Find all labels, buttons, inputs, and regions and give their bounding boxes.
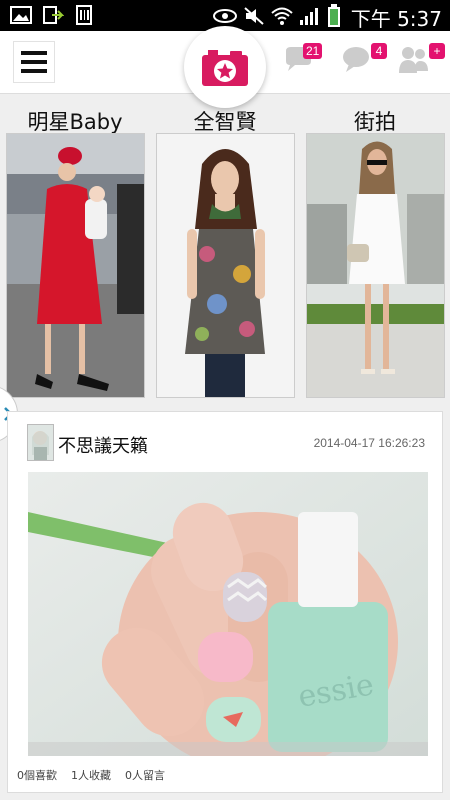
category-image-street-snap[interactable] — [306, 133, 445, 398]
post-card: 不思議天籟 2014-04-17 16:26:23 essie 0個喜歡 1人收… — [7, 411, 443, 793]
category-title-star-baby[interactable]: 明星Baby — [6, 106, 144, 136]
mute-icon — [243, 6, 265, 30]
wifi-icon — [271, 6, 293, 30]
chat-count-badge: 4 — [371, 43, 387, 59]
app-bar: 21 4 + — [0, 26, 450, 108]
battery-icon — [327, 3, 341, 32]
likes-count[interactable]: 0個喜歡 — [17, 767, 57, 783]
post-stats: 0個喜歡 1人收藏 0人留言 — [17, 767, 165, 783]
camera-icon — [202, 50, 248, 86]
favorites-count[interactable]: 1人收藏 — [71, 767, 111, 783]
comments-count[interactable]: 0人留言 — [125, 767, 165, 783]
signal-icon — [299, 6, 321, 30]
friends-button[interactable]: + — [398, 43, 445, 79]
category-image-star-baby[interactable] — [6, 133, 145, 398]
chat-button[interactable]: 4 — [341, 43, 387, 79]
image-icon — [10, 5, 32, 25]
menu-button[interactable] — [13, 41, 55, 83]
barcode-icon — [74, 5, 96, 25]
friends-icon — [399, 47, 428, 73]
comment-button[interactable]: 21 — [283, 43, 323, 79]
friends-add-badge: + — [429, 43, 445, 59]
chat-icon — [343, 47, 369, 72]
menu-icon — [21, 51, 47, 55]
status-time: 下午 5:37 — [350, 7, 442, 31]
camera-button[interactable] — [184, 26, 266, 108]
category-title-street-snap[interactable]: 街拍 — [306, 106, 444, 136]
post-author[interactable]: 不思議天籟 — [58, 432, 148, 458]
post-image[interactable]: essie — [28, 472, 428, 756]
download-icon — [42, 5, 64, 25]
category-title-jun-ji-hyun[interactable]: 全智賢 — [156, 106, 294, 136]
comment-count-badge: 21 — [303, 43, 323, 59]
post-timestamp: 2014-04-17 16:26:23 — [313, 436, 425, 450]
category-image-jun-ji-hyun[interactable] — [156, 133, 295, 398]
avatar[interactable] — [27, 424, 54, 461]
